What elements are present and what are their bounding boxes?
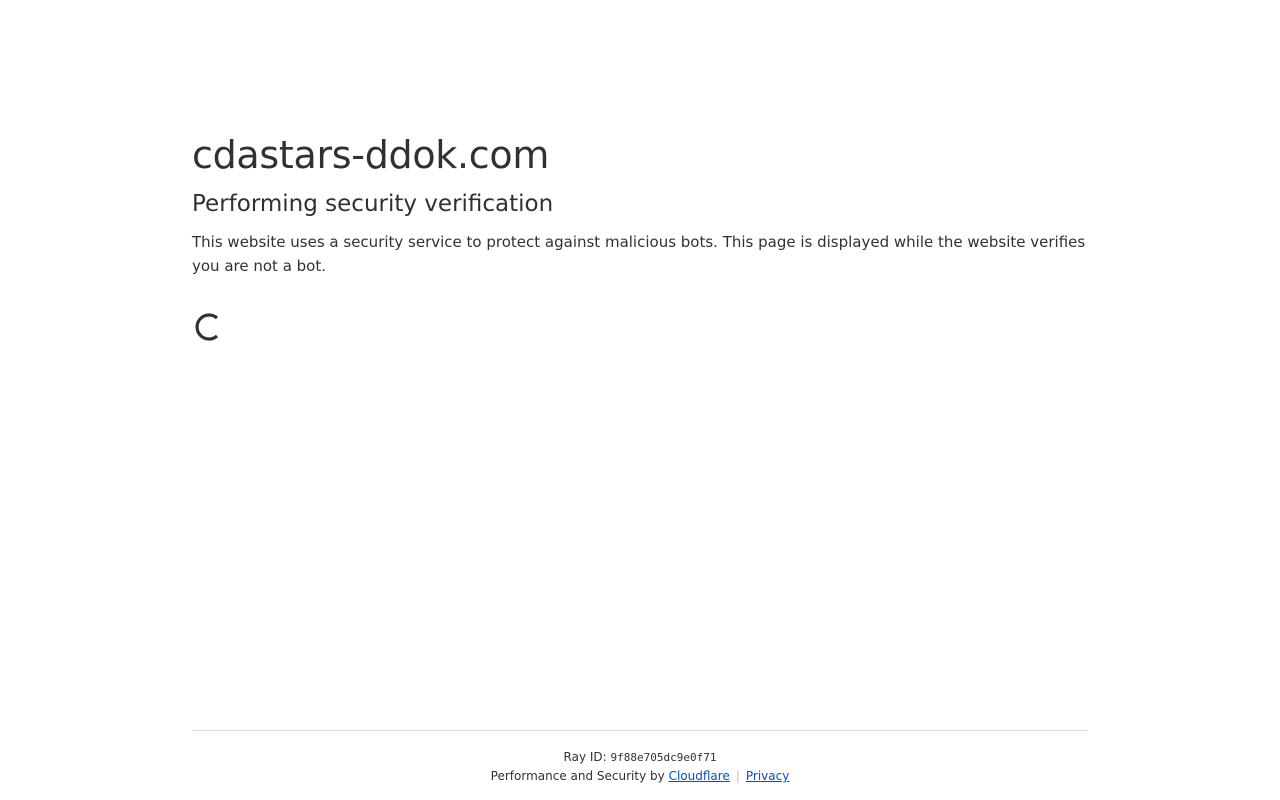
performance-security-line: Performance and Security by Cloudflare | P… [192,767,1088,786]
ray-id-value: 9f88e705dc9e0f71 [610,751,717,764]
ray-id-line: Ray ID: 9f88e705dc9e0f71 [192,748,1088,767]
loading-spinner-icon [192,312,222,342]
cloudflare-link[interactable]: Cloudflare [669,769,730,783]
performance-text: Performance and Security by [490,769,665,783]
main-content: cdastars-ddok.com Performing security ve… [192,128,1088,342]
ray-id-label: Ray ID: [563,750,607,764]
privacy-link[interactable]: Privacy [746,769,789,783]
verification-page: cdastars-ddok.com Performing security ve… [0,0,1280,800]
site-domain-title: cdastars-ddok.com [192,133,550,177]
footer: Ray ID: 9f88e705dc9e0f71 Performance and… [192,730,1088,786]
verification-heading: Performing security verification [192,191,554,217]
verification-description: This website uses a security service to … [192,233,1086,275]
footer-separator: | [735,769,740,783]
